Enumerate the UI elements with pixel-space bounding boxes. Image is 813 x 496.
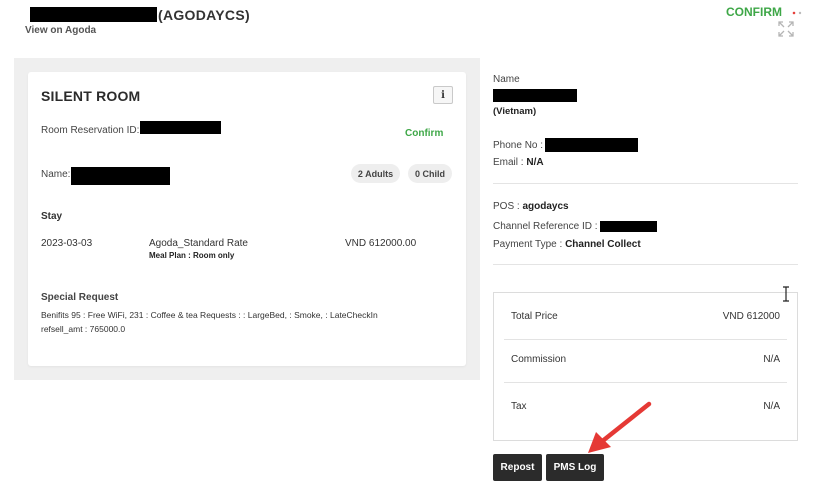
phone-label: Phone No : [493,139,544,151]
divider [493,264,798,265]
redacted-phone [545,138,639,152]
special-request-refsell: refsell_amt : 765000.0 [41,324,126,334]
phone-row: Phone No : [493,138,639,152]
room-reservation-id-label: Room Reservation ID: [41,125,140,136]
total-price-value: VND 612000 [722,310,780,322]
divider [493,183,798,184]
stay-date: 2023-03-03 [41,238,93,249]
close-icon[interactable] [790,9,802,17]
room-status: Confirm [405,128,444,139]
special-request-text: Benifits 95 : Free WiFi, 231 : Coffee & … [41,310,378,320]
pms-log-button[interactable]: PMS Log [546,454,604,481]
guest-name-label: Name [493,74,520,85]
payment-type-label: Payment Type : [493,239,566,250]
redacted-channel-reference [599,221,657,232]
stay-price: VND 612000.00 [345,238,417,249]
pos-row: POS : agodaycs [493,201,569,212]
expand-icon[interactable] [777,20,795,38]
room-card [28,72,466,366]
repost-button[interactable]: Repost [493,454,542,481]
guest-country: (Vietnam) [493,106,537,117]
channel-code: (AGODAYCS) [158,6,250,23]
room-guest-name-label: Name: [41,168,71,180]
redacted-guest-name [30,7,157,22]
reservation-title: (AGODAYCS) [30,6,250,23]
adults-badge: 2 Adults [351,164,400,183]
price-summary: Total Price VND 612000 Commission N/A Ta… [493,292,798,441]
total-price-row: Total Price VND 612000 [504,293,787,340]
stay-label: Stay [41,211,63,222]
email-row: Email : N/A [493,157,544,168]
view-on-agoda-link[interactable]: View on Agoda [25,25,96,36]
text-cursor-icon [783,286,789,302]
channel-reference-label: Channel Reference ID : [493,221,598,232]
stay-meal-plan: Meal Plan : Room only [149,251,235,260]
commission-row: Commission N/A [504,336,787,383]
pos-label: POS : [493,201,523,212]
tax-value: N/A [763,401,780,412]
info-icon[interactable]: i [433,86,453,104]
commission-label: Commission [511,353,567,365]
commission-value: N/A [763,353,780,365]
children-badge: 0 Child [408,164,452,183]
payment-type-row: Payment Type : Channel Collect [493,239,641,250]
redacted-reservation-id [140,121,222,134]
special-request-label: Special Request [41,292,119,303]
channel-reference-row: Channel Reference ID : [493,221,657,232]
total-price-label: Total Price [511,310,558,322]
payment-type-value: Channel Collect [565,239,641,250]
room-guest-name: Name: [41,165,171,185]
email-label: Email : [493,157,527,168]
room-reservation-id: Room Reservation ID: [41,121,222,137]
reservation-status: CONFIRM [726,5,782,19]
tax-row: Tax N/A [504,383,787,430]
room-title: SILENT ROOM [41,88,141,104]
pos-value: agodaycs [522,201,569,212]
tax-label: Tax [511,401,527,412]
redacted-room-guest-name [71,167,171,185]
stay-rate-plan: Agoda_Standard Rate [149,238,248,249]
email-value: N/A [526,157,544,168]
info-icon-glyph: i [441,89,445,101]
redacted-guest-full-name [493,89,577,102]
